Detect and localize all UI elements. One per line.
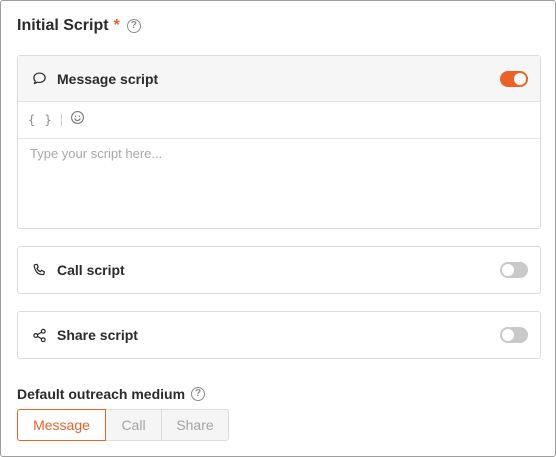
toggle-knob [514,72,526,85]
message-script-label: Message script [57,70,159,87]
help-icon[interactable]: ? [191,387,206,401]
share-script-label: Share script [57,327,138,343]
message-script-input[interactable] [18,139,540,227]
editor-toolbar: { } [18,102,540,139]
required-asterisk: * [113,17,120,34]
medium-option-call[interactable]: Call [105,409,162,441]
default-medium-title: Default outreach medium [17,386,186,402]
share-script-card: Share script [17,311,541,359]
phone-icon [31,262,47,278]
medium-option-message[interactable]: Message [17,409,106,441]
call-script-toggle[interactable] [500,262,528,278]
call-script-label: Call script [57,262,125,278]
toggle-knob [502,329,514,341]
default-medium-heading: Default outreach medium ? [17,384,206,404]
outreach-medium-selector: Message Call Share [17,409,229,441]
call-script-card: Call script [17,246,541,294]
initial-script-title: Initial Script [17,17,109,34]
share-script-toggle[interactable] [500,327,528,343]
toolbar-divider [60,114,62,126]
chat-bubble-icon [31,71,47,87]
script-settings-panel: Initial Script * ? Message script { } Ca… [0,0,556,457]
message-script-header: Message script [18,56,540,102]
message-script-card: Message script { } [17,55,541,229]
share-icon [31,327,47,343]
insert-variable-icon[interactable]: { } [28,113,53,127]
emoji-icon[interactable] [70,110,85,130]
message-script-toggle[interactable] [500,70,528,87]
share-script-header: Share script [18,312,540,358]
medium-option-share[interactable]: Share [161,409,229,441]
initial-script-heading: Initial Script * ? [17,15,141,37]
call-script-header: Call script [18,247,540,293]
help-icon[interactable]: ? [126,19,141,33]
toggle-knob [502,264,514,276]
